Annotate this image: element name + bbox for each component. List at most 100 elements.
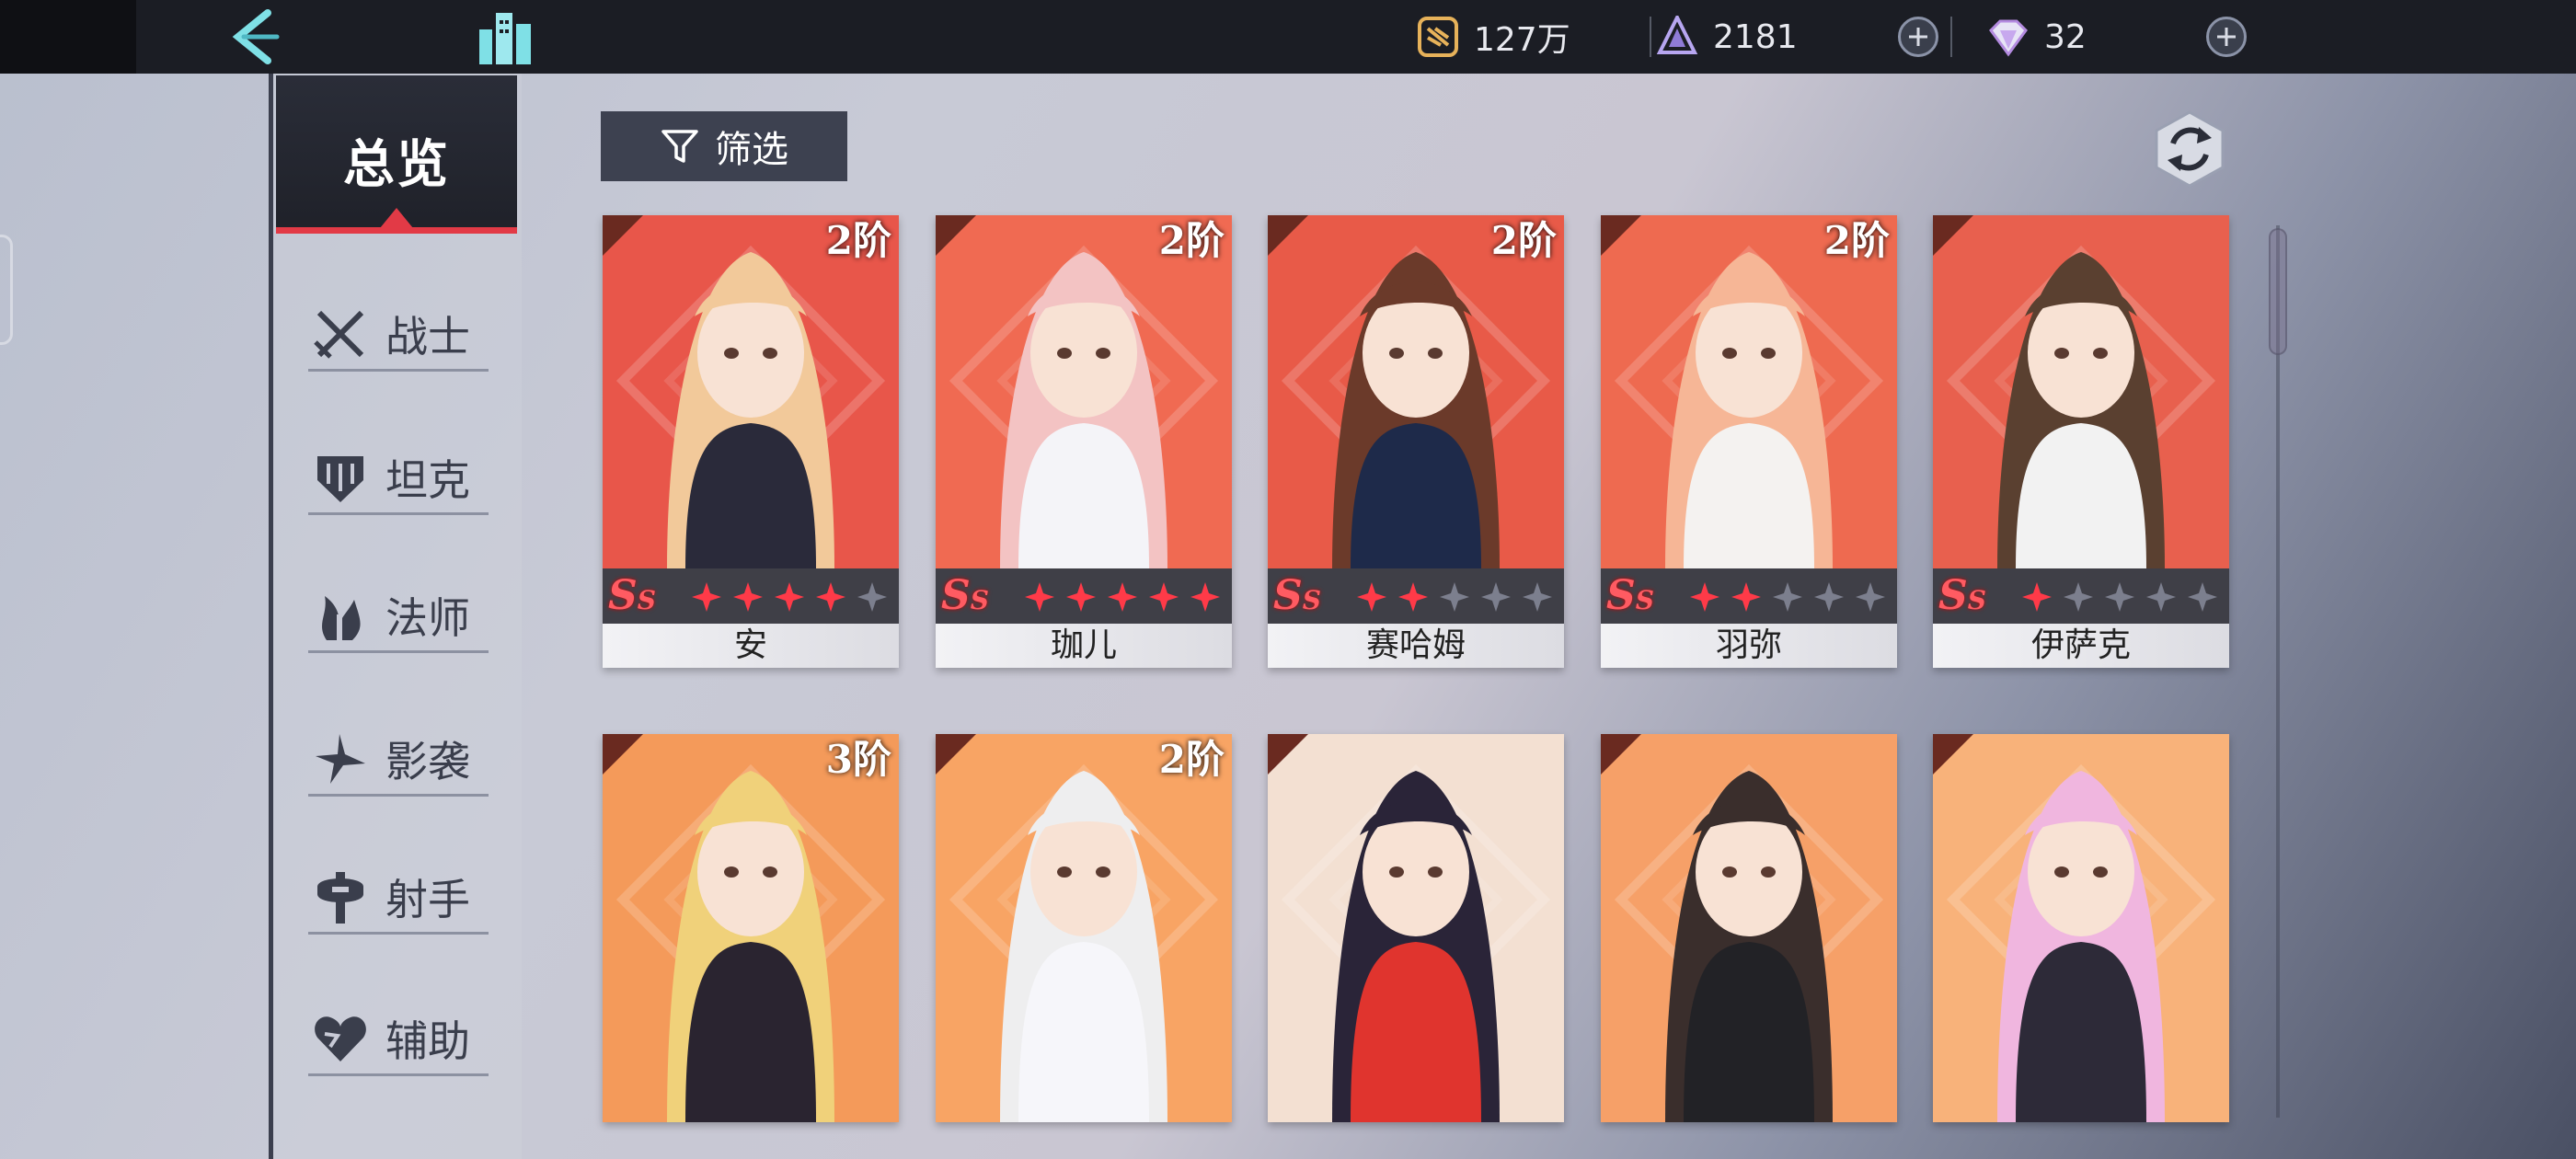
grade-letter-small: S <box>1302 585 1322 615</box>
character-portrait <box>1268 215 1564 568</box>
shield-icon <box>317 455 363 502</box>
sidebar-item-assassin[interactable]: 影袭 <box>308 723 489 797</box>
grade-badge: SS <box>1273 572 1321 619</box>
star-filled-icon <box>692 582 721 612</box>
star-filled-icon <box>1190 582 1220 612</box>
gem-value: 32 <box>2044 17 2087 56</box>
rank-badge: 2阶 <box>1158 737 1225 782</box>
sidebar-item-label: 射手 <box>385 874 470 924</box>
star-filled-icon <box>1690 582 1719 612</box>
filter-label: 筛选 <box>715 129 788 171</box>
sidebar-item-support[interactable]: 辅助 <box>308 1003 489 1076</box>
character-name: 赛哈姆 <box>1268 624 1564 668</box>
grade-letter: S <box>608 572 638 619</box>
star-empty-icon <box>2188 582 2217 612</box>
sidebar-item-warrior[interactable]: 战士 <box>308 298 489 372</box>
sidebar-item-tank[interactable]: 坦克 <box>308 442 489 515</box>
star-filled-icon <box>733 582 763 612</box>
character-portrait <box>1268 734 1564 1122</box>
star-empty-icon <box>1523 582 1552 612</box>
active-indicator-arrow <box>380 208 413 228</box>
scrollbar-track[interactable] <box>2276 225 2280 1118</box>
star-filled-icon <box>816 582 845 612</box>
star-filled-icon <box>1357 582 1386 612</box>
side-drawer-handle[interactable] <box>0 235 13 345</box>
grade-letter: S <box>1606 572 1636 619</box>
character-card[interactable]: SS 伊萨克 <box>1933 215 2229 668</box>
sidebar-item-marksman[interactable]: 射手 <box>308 861 489 935</box>
sidebar-item-mage[interactable]: 法师 <box>308 580 489 653</box>
diamond-icon <box>1989 19 2028 57</box>
top-bar-left-strip <box>0 0 136 74</box>
grade-letter: S <box>941 572 971 619</box>
character-portrait <box>603 215 899 568</box>
sidebar-item-label: 坦克 <box>385 454 470 505</box>
star-bar: SS <box>603 568 899 624</box>
rank-badge: 2阶 <box>825 218 891 263</box>
star-bar: SS <box>1933 568 2229 624</box>
character-card[interactable]: 2阶 <box>936 734 1232 1122</box>
grade-letter-small: S <box>1635 585 1655 615</box>
funnel-icon <box>661 130 698 163</box>
crystal-value: 2181 <box>1713 17 1798 56</box>
star-bar: SS <box>1601 568 1897 624</box>
grade-letter-small: S <box>1967 585 1987 615</box>
star-empty-icon <box>2064 582 2093 612</box>
rank-badge: 2阶 <box>1158 218 1225 263</box>
star-filled-icon <box>1398 582 1428 612</box>
star-filled-icon <box>775 582 804 612</box>
grade-letter-small: S <box>637 585 657 615</box>
character-card[interactable]: 2阶 SS 珈儿 <box>936 215 1232 668</box>
divider <box>1950 17 1952 57</box>
rarity-corner-icon <box>1933 734 1973 775</box>
star-empty-icon <box>1440 582 1469 612</box>
star-empty-icon <box>1773 582 1802 612</box>
rank-badge: 3阶 <box>825 737 891 782</box>
character-portrait <box>1933 734 2229 1122</box>
character-card[interactable]: 3阶 <box>603 734 899 1122</box>
character-card[interactable] <box>1933 734 2229 1122</box>
grade-letter-small: S <box>970 585 990 615</box>
star-filled-icon <box>2022 582 2052 612</box>
character-card[interactable] <box>1268 734 1564 1122</box>
star-filled-icon <box>1149 582 1179 612</box>
star-empty-icon <box>1814 582 1844 612</box>
character-card[interactable]: 2阶 SS 羽弥 <box>1601 215 1897 668</box>
rarity-corner-icon <box>936 215 976 256</box>
add-crystal-button[interactable] <box>1898 17 1938 57</box>
character-card[interactable] <box>1601 734 1897 1122</box>
sidebar-border <box>269 74 273 1159</box>
character-name: 珈儿 <box>936 624 1232 668</box>
rarity-corner-icon <box>936 734 976 775</box>
back-arrow-icon[interactable] <box>225 6 290 68</box>
rarity-corner-icon <box>1268 734 1308 775</box>
filter-button[interactable]: 筛选 <box>601 111 847 181</box>
add-gem-button[interactable] <box>2206 17 2247 57</box>
base-building-icon[interactable] <box>474 6 538 68</box>
star-empty-icon <box>1856 582 1885 612</box>
refresh-icon[interactable] <box>2151 110 2228 188</box>
character-portrait <box>1601 215 1897 568</box>
rarity-corner-icon <box>603 734 643 775</box>
character-portrait <box>1601 734 1897 1122</box>
rank-badge: 2阶 <box>1823 218 1890 263</box>
character-card[interactable]: 2阶 SS 安 <box>603 215 899 668</box>
scrollbar-thumb[interactable] <box>2269 228 2287 355</box>
star-empty-icon <box>2146 582 2176 612</box>
character-portrait <box>603 734 899 1122</box>
character-portrait <box>936 215 1232 568</box>
character-card[interactable]: 2阶 SS 赛哈姆 <box>1268 215 1564 668</box>
rarity-corner-icon <box>603 215 643 256</box>
grade-letter: S <box>1938 572 1968 619</box>
crosshair-icon <box>317 871 363 924</box>
character-portrait <box>1933 215 2229 568</box>
divider <box>1650 17 1651 57</box>
gem-counter: 32 <box>1987 0 2087 74</box>
rank-badge: 2阶 <box>1490 218 1557 263</box>
star-bar: SS <box>936 568 1232 624</box>
grade-badge: SS <box>1938 572 1986 619</box>
crystal-icon <box>1656 16 1698 54</box>
character-name: 安 <box>603 624 899 668</box>
tab-overview[interactable]: 总览 <box>276 75 517 234</box>
star-bar: SS <box>1268 568 1564 624</box>
